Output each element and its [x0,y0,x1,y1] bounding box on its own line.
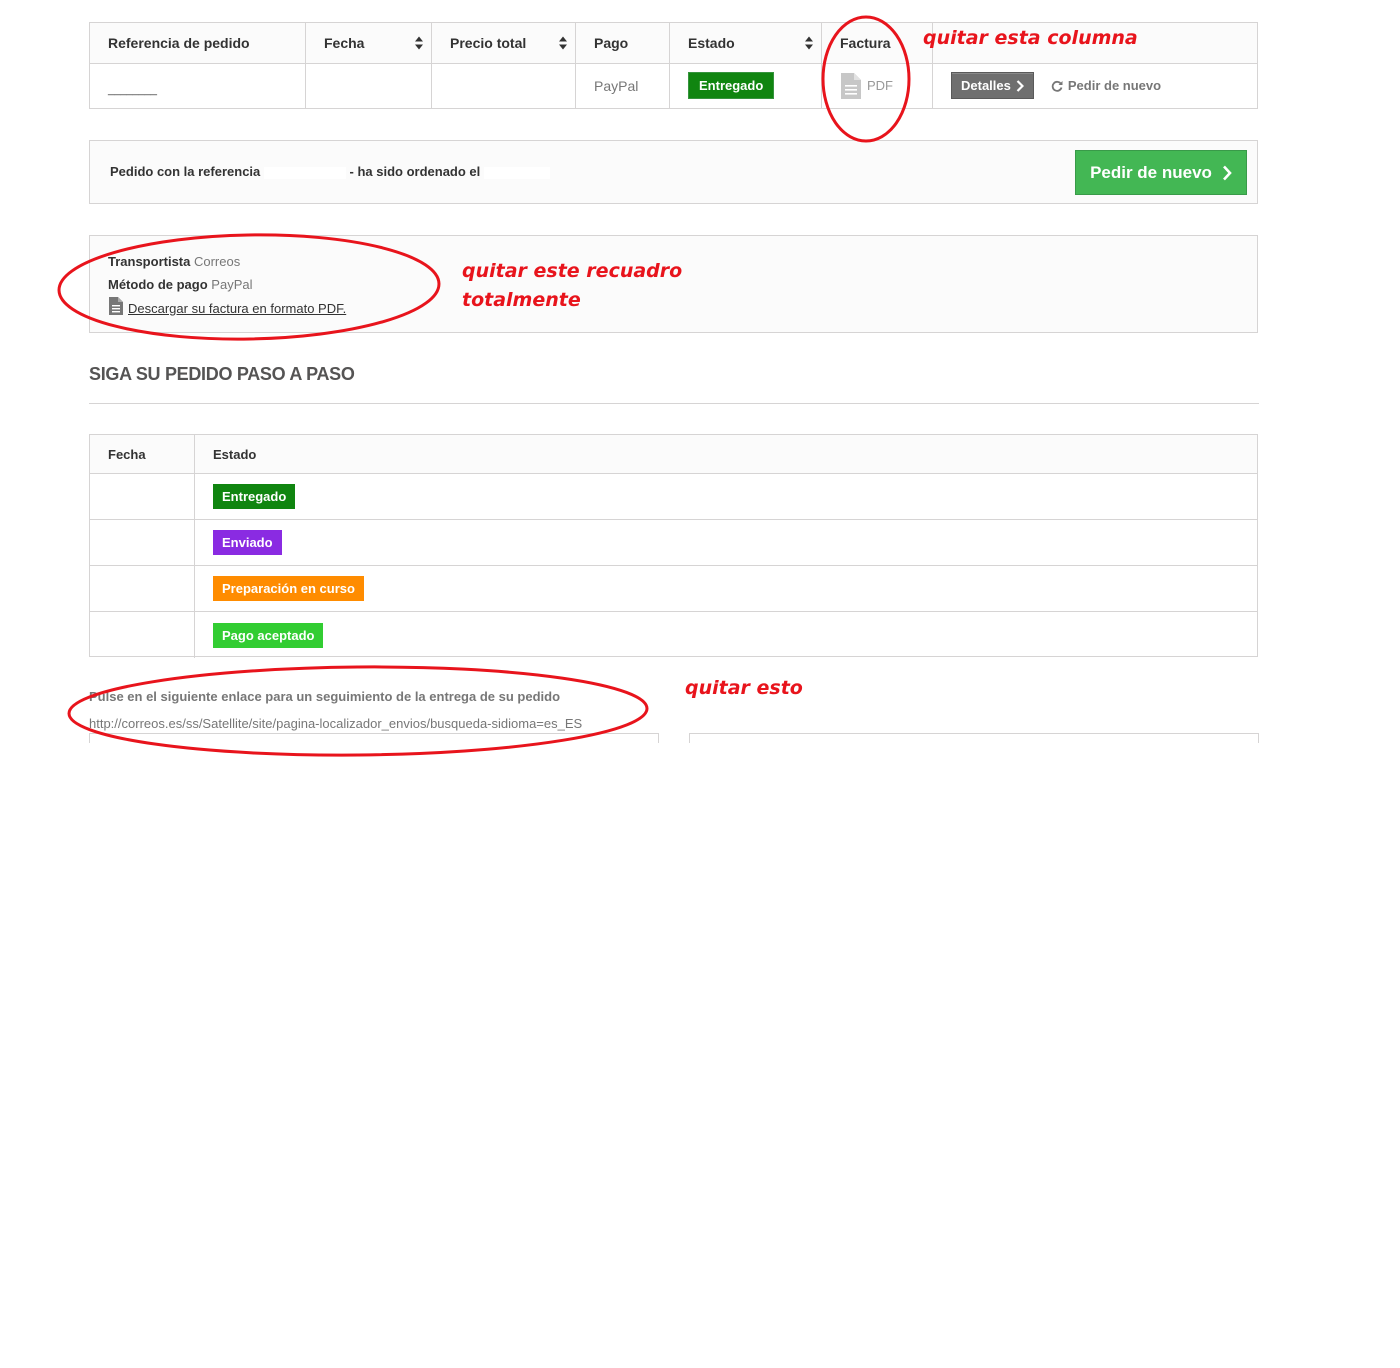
redacted-date [483,166,550,179]
details-button-label: Detalles [961,78,1011,93]
history-status-cell: Preparación en curso [195,566,1257,611]
invoice-download-row: Descargar su factura en formato PDF. [108,296,346,316]
payment-method-label: Método de pago [108,277,208,292]
payment-method-value: PayPal [211,277,253,292]
order-row: ________ PayPal Entregado PDF Detalles P… [90,63,1257,108]
history-status-badge: Pago aceptado [213,622,324,648]
order-payment: PayPal [594,77,639,94]
header-date-label: Fecha [324,35,365,51]
header-status-label: Estado [688,35,735,51]
follow-order-heading: SIGA SU PEDIDO PASO A PASO [89,364,355,384]
annotation-remove-column: quitar esta columna [923,27,1138,49]
details-button[interactable]: Detalles [951,72,1034,99]
sort-icon[interactable] [559,36,567,50]
annotation-remove-box-line1: quitar este recuadro [462,260,683,282]
chevron-right-icon [1016,79,1024,92]
history-status-badge: Preparación en curso [213,576,364,601]
order-status-badge: Entregado [688,72,775,99]
history-row: Pago aceptado [90,612,1257,658]
order-status-history-table: Fecha Estado Entregado Enviado Preparación… [89,434,1258,658]
refresh-icon [1051,80,1063,92]
order-payment-cell: PayPal [576,63,670,108]
chevron-right-icon [1222,165,1232,180]
sort-icon[interactable] [805,36,813,50]
payment-method-row: Método de pago PayPal [108,277,253,292]
reorder-button-label: Pedir de nuevo [1090,162,1212,182]
file-icon [109,297,123,315]
history-status-cell: Entregado [195,474,1257,519]
order-summary-text: Pedido con la referencia - ha sido orden… [110,164,550,179]
order-reference-link[interactable]: ________ [108,84,157,96]
carrier-value: Correos [193,254,241,269]
invoice-download-link[interactable]: Descargar su factura en formato PDF. [128,301,346,316]
reorder-link-label: Pedir de nuevo [1067,78,1162,93]
invoice-pdf-label: PDF [867,78,893,93]
order-summary-middle: - ha sido ordenado el [349,164,481,179]
order-status-cell: Entregado [670,63,822,108]
reorder-button[interactable]: Pedir de nuevo [1075,150,1247,195]
order-date-cell [306,63,432,108]
header-invoice-label: Factura [840,35,891,51]
history-header-status-label: Estado [213,446,257,462]
order-total-cell [432,63,576,108]
carrier-row: Transportista Correos [108,254,240,269]
history-date-cell [90,474,195,519]
order-summary-prefix: Pedido con la referencia [110,164,261,179]
header-total-label: Precio total [450,35,527,51]
history-row: Preparación en curso [90,566,1257,612]
header-total[interactable]: Precio total [432,23,576,63]
history-row: Entregado [90,474,1257,520]
header-date[interactable]: Fecha [306,23,432,63]
history-header-status: Estado [195,435,1257,473]
history-date-cell [90,520,195,565]
annotation-remove-this: quitar esto [685,677,803,699]
heading-divider [89,403,1259,404]
tracking-url-link[interactable]: http://correos.es/ss/Satellite/site/pagi… [89,716,582,731]
header-status[interactable]: Estado [670,23,822,63]
history-status-cell: Pago aceptado [195,612,1257,658]
carrier-label: Transportista [108,254,191,269]
sort-icon[interactable] [415,36,423,50]
header-invoice: Factura [822,23,933,63]
history-date-cell [90,566,195,611]
annotation-remove-box-line2: totalmente [462,289,581,311]
address-box-right [689,733,1259,743]
redacted-reference [263,166,346,179]
history-status-badge: Entregado [213,484,296,509]
file-icon [841,72,861,99]
invoice-pdf-link[interactable]: PDF [840,72,893,100]
history-status-badge: Enviado [213,530,282,555]
header-payment-label: Pago [594,35,629,51]
history-header-date: Fecha [90,435,195,473]
order-invoice-cell: PDF [822,63,933,108]
header-reference-label: Referencia de pedido [108,35,250,51]
header-reference: Referencia de pedido [90,23,306,63]
history-row: Enviado [90,520,1257,566]
address-box-left [89,733,659,743]
annotation-circle-tracking [67,665,649,757]
history-date-cell [90,612,195,658]
reorder-box: Pedido con la referencia - ha sido orden… [89,140,1258,204]
history-header: Fecha Estado [90,435,1257,474]
history-header-date-label: Fecha [108,446,146,462]
order-reference-cell: ________ [90,63,306,108]
order-actions-cell: Detalles Pedir de nuevo [933,63,1257,108]
history-status-cell: Enviado [195,520,1257,565]
header-payment: Pago [576,23,670,63]
tracking-instructions: Pulse en el siguiente enlace para un seg… [89,689,561,704]
reorder-link[interactable]: Pedir de nuevo [1051,78,1161,93]
